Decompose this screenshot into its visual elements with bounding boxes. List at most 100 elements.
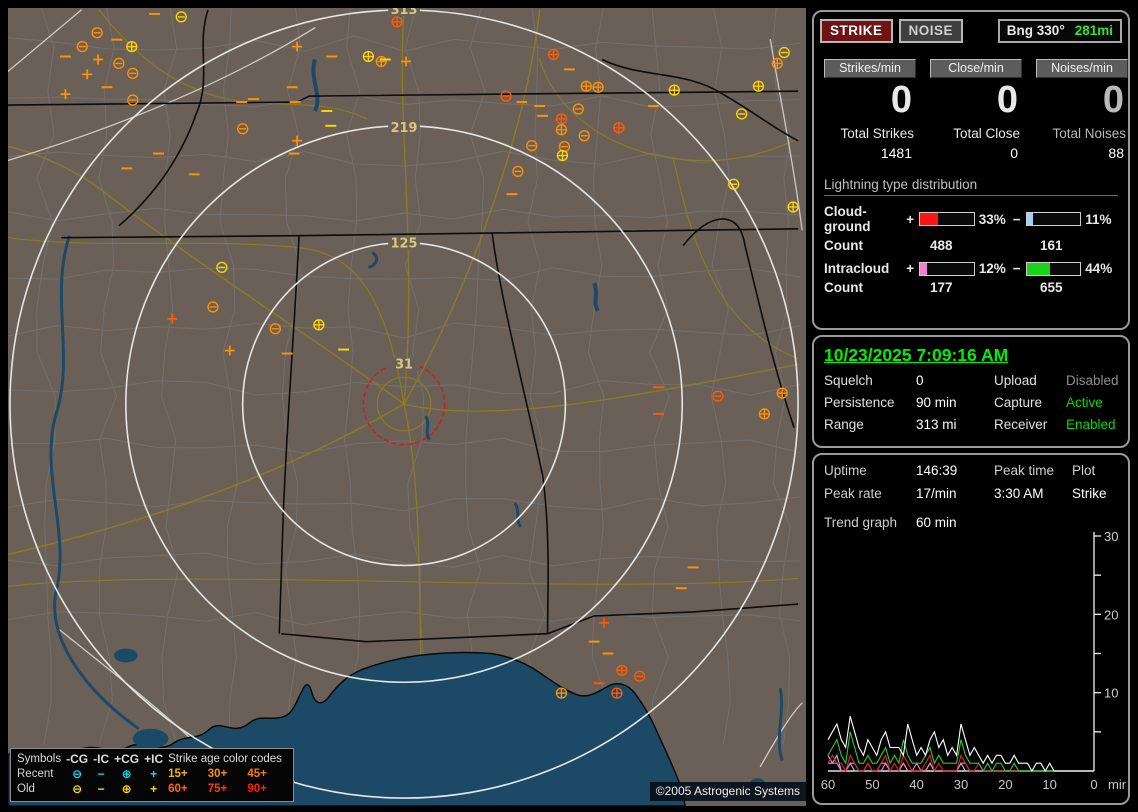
legend-col-cg-pos: +CG (114, 752, 140, 766)
receiver-status: Enabled (1066, 417, 1116, 432)
svg-text:10: 10 (1042, 777, 1056, 792)
cloud-ground-label: Cloud-ground (824, 204, 871, 234)
status-panel: 10/23/2025 7:09:16 AM Squelch 0 Upload D… (812, 335, 1130, 448)
ic-neg-old-icon: − (97, 782, 105, 796)
distribution-title: Lightning type distribution (824, 177, 1118, 196)
ic-neg-recent-icon: − (97, 767, 105, 781)
age-code-60: 60+ (168, 783, 188, 795)
plot-label: Plot (1072, 463, 1096, 478)
svg-text:219: 219 (391, 121, 418, 136)
total-noises-label: Total Noises (1052, 126, 1126, 141)
legend-age-header: Strike age color codes (168, 753, 282, 765)
counters-panel: STRIKE NOISE Bng 330° 281mi Strikes/min … (812, 10, 1130, 330)
sidebar: STRIKE NOISE Bng 330° 281mi Strikes/min … (812, 0, 1138, 812)
cg-negative-bar (1025, 212, 1082, 226)
trend-graph: 10 20 30 60 50 40 30 20 10 0 min (821, 529, 1126, 792)
squelch-label: Squelch (824, 373, 873, 388)
svg-text:30: 30 (1104, 529, 1118, 544)
cg-neg-old-icon: ⊖ (72, 782, 83, 796)
ic-positive-pct: 12% (978, 261, 1006, 276)
upload-status: Disabled (1066, 373, 1119, 388)
svg-text:125: 125 (391, 237, 418, 252)
persistence-label: Persistence (824, 395, 895, 410)
trend-panel: Uptime 146:39 Peak time Plot Peak rate 1… (812, 453, 1130, 805)
noise-toggle-button[interactable]: NOISE (898, 19, 964, 43)
age-code-15: 15+ (168, 768, 188, 780)
cg-negative-pct: 11% (1085, 211, 1112, 227)
svg-text:50: 50 (865, 777, 879, 792)
total-close-label: Total Close (953, 126, 1020, 141)
minus-sign: − (1012, 211, 1021, 227)
svg-text:min: min (1108, 777, 1126, 792)
noises-per-min-value: 0 (1102, 79, 1124, 121)
ic-negative-pct: 44% (1085, 261, 1113, 276)
squelch-value: 0 (916, 373, 924, 388)
legend-col-cg-neg: -CG (66, 752, 89, 766)
svg-text:40: 40 (909, 777, 923, 792)
cg-positive-count: 488 (930, 238, 953, 253)
legend-symbols-header: Symbols (17, 753, 62, 765)
range-label: Range (824, 417, 864, 432)
strikes-per-min-value: 0 (890, 79, 912, 121)
legend-row-old-label: Old (17, 783, 35, 795)
strike-toggle-button[interactable]: STRIKE (820, 19, 893, 43)
map-legend: Symbols -CG -IC +CG +IC Strike age color… (10, 748, 294, 802)
ic-positive-count: 177 (930, 280, 953, 295)
svg-text:30: 30 (954, 777, 968, 792)
map-canvas: 31 125 219 313 (8, 8, 806, 806)
cg-positive-pct: 33% (978, 211, 1006, 227)
capture-label: Capture (994, 395, 1043, 410)
noises-per-min-header: Noises/min (1036, 59, 1128, 78)
ic-positive-bar (919, 261, 975, 276)
bearing-display: Bng 330° 281mi (997, 19, 1122, 43)
intracloud-label: Intracloud (824, 261, 890, 276)
ic-negative-bar (1025, 261, 1082, 276)
uptime-value: 146:39 (916, 463, 958, 478)
legend-col-ic-neg: -IC (93, 752, 110, 766)
svg-text:10: 10 (1104, 686, 1118, 701)
cg-count-label: Count (824, 238, 863, 253)
age-code-30: 30+ (207, 768, 228, 780)
ic-pos-old-icon: + (150, 782, 158, 796)
svg-text:20: 20 (998, 777, 1012, 792)
minus-sign: − (1012, 261, 1021, 276)
capture-status: Active (1066, 395, 1103, 410)
strikes-per-min-header: Strikes/min (824, 59, 916, 78)
svg-text:20: 20 (1104, 607, 1118, 622)
cg-positive-bar (919, 212, 975, 226)
cg-negative-count: 161 (1040, 238, 1063, 253)
cg-pos-recent-icon: ⊕ (121, 767, 132, 781)
cg-pos-old-icon: ⊕ (121, 782, 132, 796)
total-close-value: 0 (1010, 145, 1018, 161)
svg-text:0: 0 (1090, 777, 1097, 792)
legend-col-ic-pos: +IC (144, 752, 164, 766)
close-per-min-header: Close/min (930, 59, 1022, 78)
upload-label: Upload (994, 373, 1037, 388)
ic-count-label: Count (824, 280, 863, 295)
range-value: 313 mi (916, 417, 957, 432)
ic-negative-count: 655 (1040, 280, 1063, 295)
age-code-90: 90+ (247, 783, 267, 795)
plot-mode-value: Strike (1072, 486, 1107, 501)
copyright-text: ©2005 Astrogenic Systems (649, 782, 806, 801)
datetime-display: 10/23/2025 7:09:16 AM (824, 345, 1009, 365)
receiver-label: Receiver (994, 417, 1048, 432)
peak-rate-label: Peak rate (824, 486, 882, 501)
total-strikes-value: 1481 (880, 145, 912, 161)
total-strikes-label: Total Strikes (840, 126, 914, 141)
ic-pos-recent-icon: + (150, 767, 158, 781)
peak-time-label: Peak time (994, 463, 1055, 478)
svg-text:31: 31 (395, 357, 413, 372)
strike-map[interactable]: 31 125 219 313 Symbols -CG -IC +CG +IC Stri… (8, 8, 806, 806)
bearing-label: Bng 330° (1006, 23, 1065, 38)
persistence-value: 90 min (916, 395, 957, 410)
plus-sign: + (906, 211, 915, 227)
total-noises-value: 88 (1108, 145, 1124, 161)
close-per-min-value: 0 (996, 79, 1018, 121)
uptime-label: Uptime (824, 463, 867, 478)
age-code-75: 75+ (207, 783, 228, 795)
peak-rate-value: 17/min (916, 486, 957, 501)
svg-text:313: 313 (391, 8, 418, 18)
peak-time-value: 3:30 AM (994, 486, 1044, 501)
age-code-45: 45+ (247, 768, 267, 780)
